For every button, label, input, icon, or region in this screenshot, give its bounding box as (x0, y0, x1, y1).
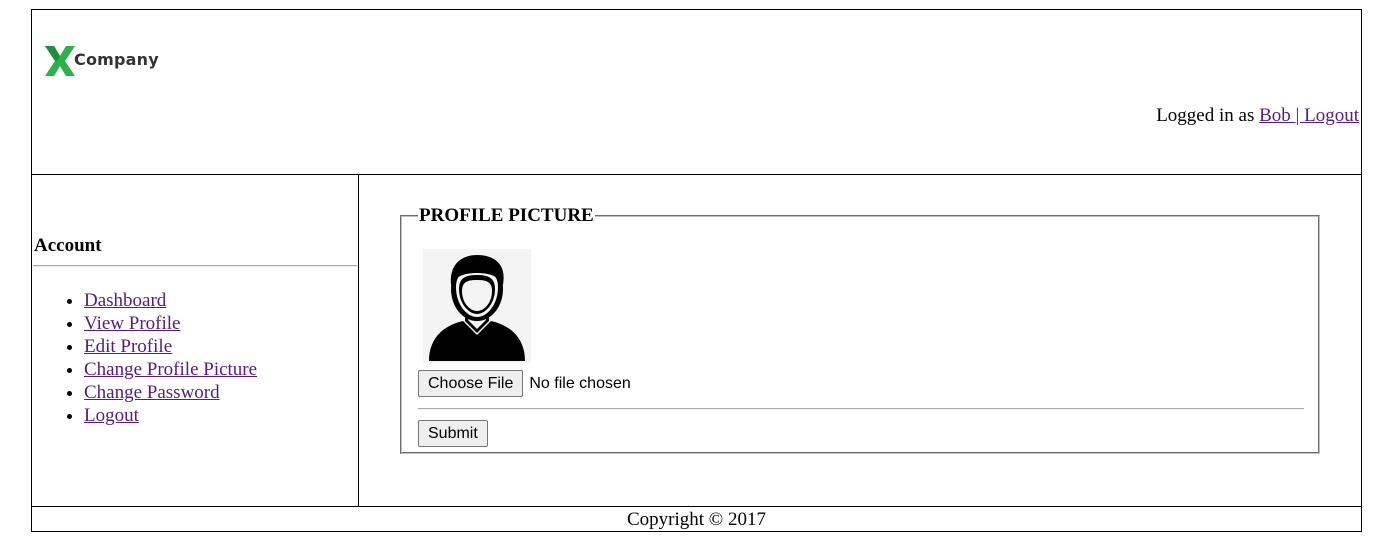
file-status-text: No file chosen (529, 374, 631, 392)
change-profile-picture-link[interactable]: Change Profile Picture (84, 359, 257, 380)
sidebar-item-view-profile: View Profile (84, 312, 257, 335)
logo-x-icon (45, 46, 75, 76)
sidebar-item-logout: Logout (84, 404, 257, 427)
page-frame: Company Logged in as Bob | Logout Accoun… (31, 9, 1362, 532)
sidebar-logout-link[interactable]: Logout (84, 405, 139, 426)
sidebar-item-dashboard: Dashboard (84, 289, 257, 312)
copyright-text: Copyright © 2017 (627, 509, 766, 530)
user-silhouette-icon (429, 255, 525, 361)
form-divider (418, 408, 1304, 410)
edit-profile-link[interactable]: Edit Profile (84, 336, 172, 357)
logged-in-label: Logged in as (1156, 105, 1260, 126)
dashboard-link[interactable]: Dashboard (84, 290, 166, 311)
profile-picture-fieldset: PROFILE PICTURE Choose File No file chos… (400, 205, 1320, 454)
profile-picture-legend: PROFILE PICTURE (419, 205, 594, 226)
change-password-link[interactable]: Change Password (84, 382, 220, 403)
separator: | (1295, 105, 1305, 126)
sidebar-item-change-password: Change Password (84, 381, 257, 404)
avatar (423, 249, 531, 363)
submit-wrap: Submit (418, 420, 488, 447)
sidebar-divider (33, 265, 357, 267)
sidebar-title: Account (34, 235, 102, 256)
footer: Copyright © 2017 (32, 506, 1361, 531)
file-input-row: Choose File No file chosen (418, 370, 631, 397)
login-status: Logged in as Bob | Logout (1156, 105, 1359, 127)
sidebar-item-change-profile-picture: Change Profile Picture (84, 358, 257, 381)
view-profile-link[interactable]: View Profile (84, 313, 180, 334)
sidebar-nav: Dashboard View Profile Edit Profile Chan… (44, 289, 257, 427)
username-link[interactable]: Bob (1259, 105, 1295, 126)
submit-button[interactable]: Submit (418, 420, 488, 447)
header-logout-link[interactable]: Logout (1304, 105, 1359, 126)
logo-text: Company (74, 50, 159, 69)
sidebar-item-edit-profile: Edit Profile (84, 335, 257, 358)
sidebar: Account Dashboard View Profile Edit Prof… (32, 175, 359, 506)
header: Company Logged in as Bob | Logout (32, 10, 1361, 175)
choose-file-button[interactable]: Choose File (418, 370, 524, 397)
main-content: PROFILE PICTURE Choose File No file chos… (360, 175, 1361, 506)
